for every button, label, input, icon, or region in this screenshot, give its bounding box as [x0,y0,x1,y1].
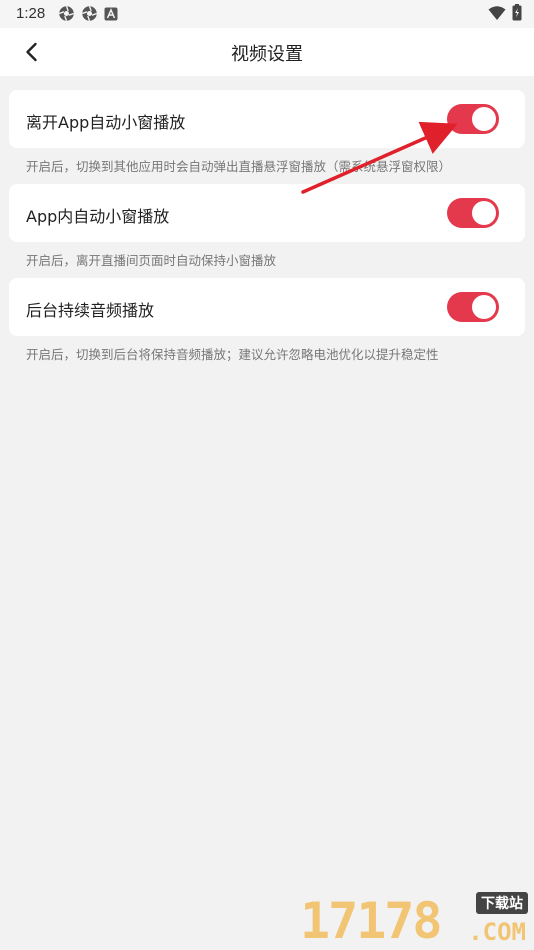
auto-pip-in-app-toggle[interactable] [447,198,499,228]
setting-row-auto-pip-leave-app: 离开App自动小窗播放 [9,90,525,148]
page-title: 视频设置 [231,44,303,65]
toggle-knob [472,201,496,225]
setting-label: App内自动小窗播放 [26,207,170,226]
setting-hint: 开启后，切换到其他应用时会自动弹出直播悬浮窗播放（需系统悬浮窗权限） [26,159,452,174]
toggle-knob [472,107,496,131]
setting-label: 后台持续音频播放 [26,301,155,320]
camera-shutter-icon [82,6,97,21]
setting-row-auto-pip-in-app: App内自动小窗播放 [9,184,525,242]
status-notification-icons [58,5,118,22]
font-a-icon [104,7,118,20]
setting-hint: 开启后，切换到后台将保持音频播放；建议允许忽略电池优化以提升稳定性 [26,347,439,362]
setting-row-background-audio: 后台持续音频播放 [9,278,525,336]
watermark-logo: 17178 下载站 .COM [300,892,530,948]
setting-hint: 开启后，离开直播间页面时自动保持小窗播放 [26,253,277,268]
auto-pip-leave-app-toggle[interactable] [447,104,499,134]
status-time: 1:28 [16,5,46,22]
setting-label: 离开App自动小窗播放 [26,113,186,132]
nav-bar: 视频设置 [0,28,534,76]
status-system-icons [488,4,522,21]
status-bar: 1:28 [0,0,534,28]
battery-charging-icon [512,4,522,21]
wifi-icon [488,5,506,20]
background-audio-toggle[interactable] [447,292,499,322]
watermark-badge: 下载站 [476,892,528,914]
watermark-digits: 17178 [300,892,443,950]
watermark-domain: .COM [468,918,526,946]
toggle-knob [472,295,496,319]
camera-shutter-icon [59,6,74,21]
